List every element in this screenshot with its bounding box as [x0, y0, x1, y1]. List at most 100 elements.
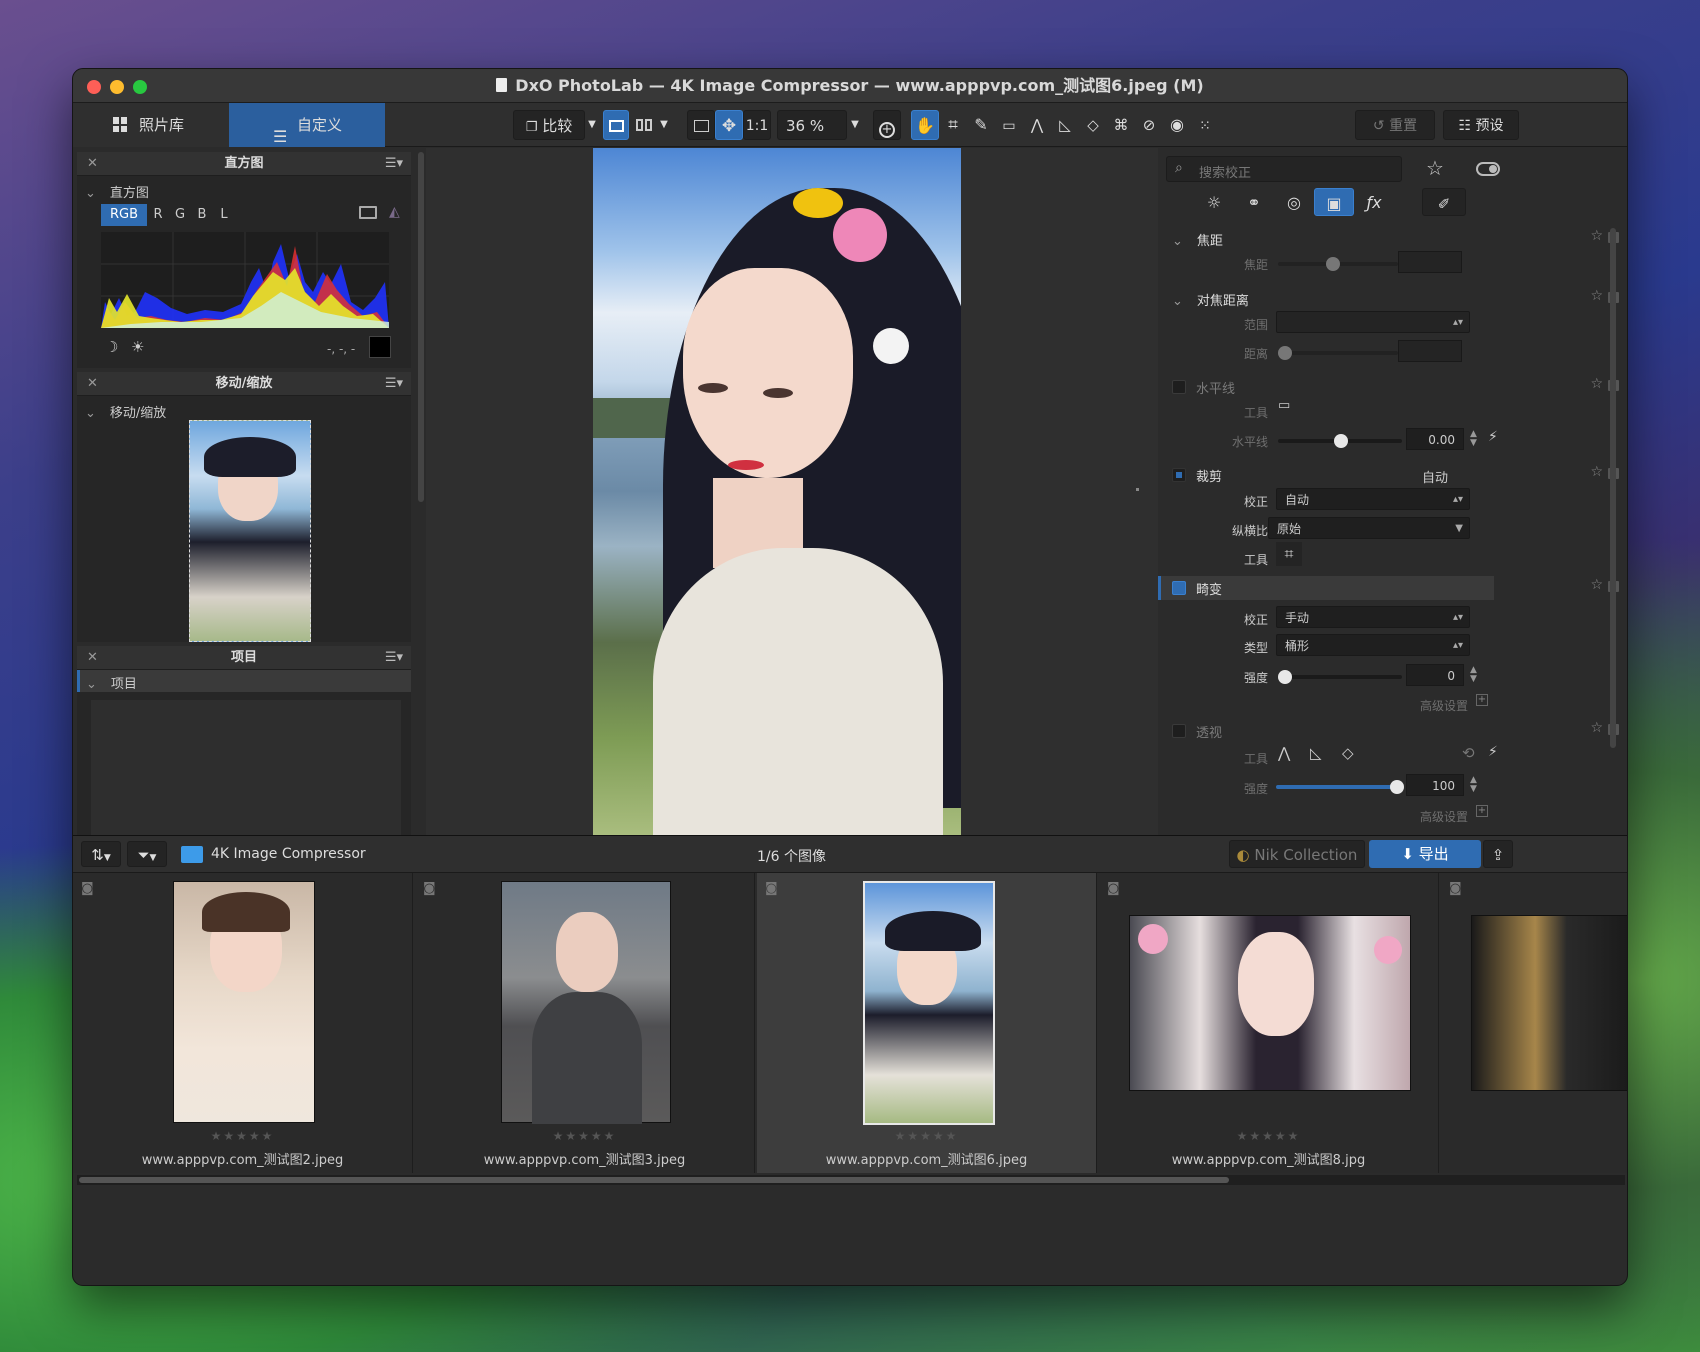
perspective-tool-2-button[interactable]: ◺ [1051, 110, 1079, 140]
perspective-advanced-label[interactable]: 高级设置 [1368, 808, 1468, 825]
close-panel-icon[interactable]: ✕ [87, 152, 98, 176]
star-icon[interactable]: ☆ [1590, 288, 1603, 304]
perspective-checkbox[interactable] [1172, 724, 1186, 738]
shadow-clipping-icon[interactable]: ☽ [105, 338, 118, 356]
filmstrip-item[interactable]: ◙ ★★★★★ www.apppvp.com_测试图8.jpg [1099, 873, 1439, 1173]
perspective-trapezoid-icon[interactable]: ◺ [1310, 744, 1322, 762]
zoom-1to1-button[interactable]: 1:1 [743, 110, 771, 140]
stepper-icon[interactable]: ▲ ▼ [1470, 666, 1477, 684]
highlight-clipping-icon[interactable]: ☀ [131, 338, 144, 356]
panel-menu-icon[interactable]: ☰▾ [385, 372, 403, 396]
filmstrip-scrollbar[interactable] [77, 1175, 1625, 1185]
distortion-type-select[interactable]: 桶形 ▴▾ [1276, 634, 1470, 656]
magic-wand-icon[interactable]: ⚡ [1488, 429, 1498, 445]
thumbnail[interactable] [1129, 915, 1411, 1091]
local-adjust-button[interactable]: ⁙ [1191, 110, 1219, 140]
tab-customize[interactable]: ☰ 自定义 [229, 103, 385, 147]
horizon-tool-button[interactable]: ▭ [995, 110, 1023, 140]
distance-slider[interactable] [1278, 346, 1398, 360]
zoom-dropdown[interactable]: ▼ [847, 110, 863, 140]
project-section[interactable]: ⌄ 项目 [77, 670, 411, 692]
rectangle-tool-button[interactable]: ⌘ [1107, 110, 1135, 140]
star-icon[interactable]: ☆ [1590, 720, 1603, 736]
zoom-window-button[interactable] [133, 80, 147, 94]
perspective-tool-3-button[interactable]: ◇ [1079, 110, 1107, 140]
perspective-strength-slider[interactable] [1276, 780, 1404, 794]
repair-tool-button[interactable]: ⊘ [1135, 110, 1163, 140]
horizon-value[interactable]: 0.00 [1406, 428, 1464, 450]
rating-stars[interactable]: ★★★★★ [415, 1129, 754, 1143]
horizon-checkbox[interactable] [1172, 380, 1186, 394]
focal-slider[interactable] [1278, 257, 1398, 271]
presets-button[interactable]: ☷ 预设 [1443, 110, 1519, 140]
filmstrip-item-selected[interactable]: ◙ ★★★★★ www.apppvp.com_测试图6.jpeg [757, 873, 1097, 1173]
focal-value[interactable] [1398, 251, 1462, 273]
zoom-tool-button[interactable]: + [873, 110, 901, 140]
hand-tool-button[interactable]: ✋ [911, 110, 939, 140]
eyedropper-button[interactable]: ✎ [967, 110, 995, 140]
export-button[interactable]: ⬇ 导出 [1369, 840, 1481, 868]
filmstrip-item[interactable]: ◙ ★★★★★ www.apppvp.com_测试图2.jpeg [73, 873, 413, 1173]
distortion-advanced-label[interactable]: 高级设置 [1368, 697, 1468, 714]
horizon-slider[interactable] [1278, 434, 1402, 448]
monitor-icon[interactable] [359, 206, 377, 219]
reset-button[interactable]: ↺ 重置 [1355, 110, 1435, 140]
perspective-strength-value[interactable]: 100 [1406, 774, 1464, 796]
slider-knob[interactable] [1390, 780, 1404, 794]
fit-screen-button[interactable] [687, 110, 715, 140]
navigator-preview[interactable] [189, 420, 311, 642]
reset-rotate-icon[interactable]: ⟲ [1462, 744, 1475, 762]
right-scrollbar[interactable] [1610, 228, 1616, 748]
star-icon[interactable]: ☆ [1590, 577, 1603, 593]
crop-tool-icon[interactable]: ⌗ [1276, 542, 1302, 566]
range-select[interactable]: ▴▾ [1276, 311, 1470, 333]
rating-stars[interactable]: ★★★★★ [1099, 1129, 1438, 1143]
perspective-quad-icon[interactable]: ◇ [1342, 744, 1354, 762]
slider-knob[interactable] [1326, 257, 1340, 271]
tab-library[interactable]: 照片库 [73, 103, 229, 147]
distortion-strength-slider[interactable] [1278, 670, 1402, 684]
filmstrip-item-partial[interactable]: ◙ [1441, 873, 1627, 1173]
rating-stars[interactable]: ★★★★★ [757, 1129, 1096, 1143]
distortion-checkbox[interactable] [1172, 581, 1186, 595]
single-view-button[interactable] [603, 110, 629, 140]
thumbnail[interactable] [173, 881, 315, 1123]
view-dropdown[interactable]: ▼ [657, 110, 671, 140]
magic-wand-icon[interactable]: ⚡ [1488, 744, 1498, 760]
minimize-window-button[interactable] [110, 80, 124, 94]
favorite-star-icon[interactable]: ☆ [1426, 156, 1444, 180]
channel-b[interactable]: B [191, 204, 213, 226]
star-icon[interactable]: ☆ [1590, 228, 1603, 244]
perspective-vertical-icon[interactable]: ⋀ [1278, 744, 1290, 762]
filmstrip-item[interactable]: ◙ ★★★★★ www.apppvp.com_测试图3.jpeg [415, 873, 755, 1173]
panel-menu-icon[interactable]: ☰▾ [385, 152, 403, 176]
compare-button[interactable]: ❐ 比较 [513, 110, 585, 140]
share-button[interactable]: ⇪ [1483, 840, 1513, 868]
channel-r[interactable]: R [147, 204, 169, 226]
star-icon[interactable]: ☆ [1590, 376, 1603, 392]
horizon-tool-icon[interactable]: ▭ [1278, 398, 1290, 413]
expand-plus-icon[interactable]: + [1476, 805, 1488, 817]
crop-correction-select[interactable]: 自动 ▴▾ [1276, 488, 1470, 510]
distortion-correction-select[interactable]: 手动 ▴▾ [1276, 606, 1470, 628]
histogram-section[interactable]: ⌄ 直方图 [85, 182, 149, 201]
close-panel-icon[interactable]: ✕ [87, 372, 98, 396]
compare-dropdown[interactable]: ▼ [585, 110, 599, 140]
channel-g[interactable]: G [169, 204, 191, 226]
aspect-ratio-select[interactable]: 原始 ▼ [1268, 517, 1470, 539]
tab-light[interactable]: ☼ [1194, 188, 1234, 216]
tab-effects[interactable]: ƒx [1354, 188, 1394, 216]
perspective-tool-1-button[interactable]: ⋀ [1023, 110, 1051, 140]
close-panel-icon[interactable]: ✕ [87, 646, 98, 670]
zoom-level-field[interactable]: 36 % [777, 110, 847, 140]
gamut-icon[interactable]: ◭ [389, 204, 400, 220]
focus-distance-header[interactable]: ⌄ 对焦距离 [1172, 290, 1249, 309]
nik-collection-button[interactable]: ◐ Nik Collection [1229, 840, 1365, 868]
thumbnail[interactable] [863, 881, 995, 1125]
project-list[interactable] [91, 700, 401, 835]
tab-geometry[interactable]: ▣ [1314, 188, 1354, 216]
slider-knob[interactable] [1278, 346, 1292, 360]
slider-knob[interactable] [1278, 670, 1292, 684]
slider-knob[interactable] [1334, 434, 1348, 448]
close-window-button[interactable] [87, 80, 101, 94]
